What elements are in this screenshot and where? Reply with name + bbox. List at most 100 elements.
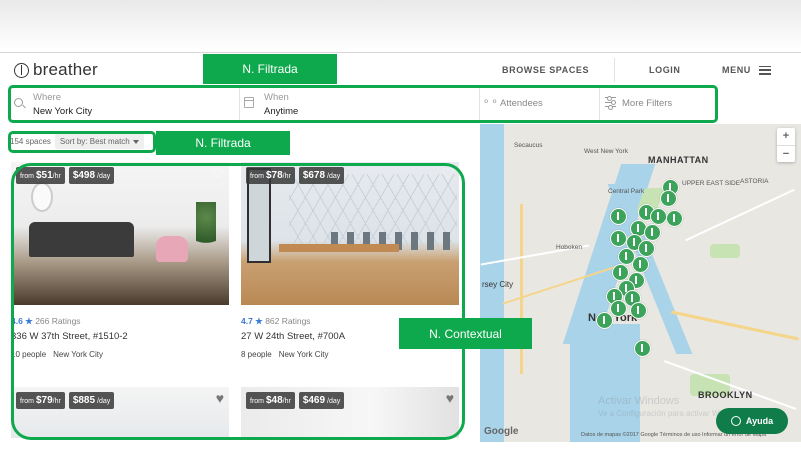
search-bar: Where New York City When Anytime ⚬⚬ Atte… [10, 87, 717, 121]
map-pin[interactable] [650, 208, 667, 225]
plant-shape [196, 202, 216, 252]
google-logo: Google [484, 426, 519, 437]
map-label: West New York [584, 148, 628, 155]
daily-price: $498 /day [68, 167, 115, 184]
map-pin[interactable] [634, 340, 651, 357]
chair-shape [156, 236, 188, 262]
menu-label: MENU [722, 65, 751, 75]
annotation-tag-results: N. Filtrada [156, 131, 290, 155]
windows-watermark: Activar Windows [598, 395, 680, 407]
listing-meta: 8 people New York City [241, 350, 329, 359]
breather-logo-icon [14, 62, 29, 78]
people-icon: ⚬⚬ [482, 97, 499, 108]
zoom-out-button[interactable]: − [777, 145, 795, 162]
where-label: Where [33, 92, 61, 103]
map-label: Secaucus [514, 142, 543, 149]
when-field[interactable]: When Anytime [240, 87, 480, 121]
map-pin[interactable] [596, 312, 613, 329]
favorite-heart-icon[interactable]: ♡ [441, 165, 454, 182]
map-pin[interactable] [610, 300, 627, 317]
listing-info: 4.6 ★ 266 Ratings 336 W 37th Street, #15… [11, 316, 229, 359]
browse-spaces-link[interactable]: BROWSE SPACES [502, 65, 589, 75]
daily-price: $469 /day [298, 392, 345, 409]
favorite-heart-icon[interactable]: ♡ [211, 165, 224, 182]
menu-button[interactable]: MENU [722, 65, 771, 75]
results-count: 154 spaces [10, 137, 51, 146]
daily-price: $885 /day [68, 392, 115, 409]
map-road [663, 360, 797, 410]
favorite-heart-icon[interactable]: ♥ [216, 390, 224, 406]
map-label: UPPER EAST SIDE [682, 180, 741, 187]
results-bar: 154 spaces Sort by: Best match [10, 134, 144, 149]
attendees-label: Attendees [500, 98, 543, 109]
hourly-price: from $51/hr [16, 167, 65, 184]
map-zoom-control: + − [777, 128, 795, 162]
more-filters-button[interactable]: More Filters [600, 87, 717, 121]
chevron-down-icon [132, 139, 139, 144]
listing-address[interactable]: 336 W 37th Street, #1510-2 [11, 331, 229, 342]
search-icon [14, 98, 23, 107]
attendees-field[interactable]: ⚬⚬ Attendees [480, 87, 600, 121]
map-pin[interactable] [644, 224, 661, 241]
help-label: Ayuda [745, 416, 774, 426]
map-pin[interactable] [610, 230, 627, 247]
sort-value: Best match [89, 137, 130, 146]
map-pin[interactable] [666, 210, 683, 227]
map-label: MANHATTAN [648, 155, 709, 165]
when-label: When [264, 92, 289, 103]
breather-logo[interactable]: breather [14, 60, 98, 80]
price-tags: from $79/hr $885 /day [16, 392, 115, 409]
where-value: New York City [33, 106, 93, 117]
listing-photo[interactable]: from $51/hr $498 /day ♡ [11, 162, 229, 305]
help-button[interactable]: Ayuda [716, 408, 788, 434]
map-pin[interactable] [632, 256, 649, 273]
sofa-shape [29, 222, 134, 257]
upper-bay [570, 324, 640, 442]
listing-meta: 10 people New York City [11, 350, 103, 359]
browser-top-band [0, 0, 801, 52]
logo-text: breather [33, 60, 98, 79]
hamburger-icon [758, 65, 771, 75]
map-label: Hoboken [556, 244, 583, 251]
map-pin[interactable] [638, 240, 655, 257]
more-filters-label: More Filters [622, 98, 673, 109]
daily-price: $678 /day [298, 167, 345, 184]
map-road [685, 188, 795, 242]
map-park [710, 244, 740, 258]
listing-photo[interactable]: from $79/hr $885 /day ♥ [11, 387, 229, 438]
map-label: Central Park [608, 188, 645, 195]
listing-photo[interactable]: from $78/hr $678 /day ♡ [241, 162, 459, 305]
zoom-in-button[interactable]: + [777, 128, 795, 145]
sort-label: Sort by: [59, 137, 88, 146]
sliders-icon [605, 95, 616, 110]
map-pin[interactable] [612, 264, 629, 281]
sort-dropdown[interactable]: Sort by: Best match [54, 134, 144, 149]
nav-divider [614, 58, 615, 82]
map-label: ASTORIA [740, 178, 769, 185]
listing-photo[interactable]: from $48/hr $469 /day ♥ [241, 387, 459, 438]
map-pin[interactable] [630, 302, 647, 319]
favorite-heart-icon[interactable]: ♥ [446, 390, 454, 406]
where-field[interactable]: Where New York City [10, 87, 240, 121]
annotation-tag-search: N. Filtrada [203, 54, 337, 84]
price-tags: from $78/hr $678 /day [246, 167, 345, 184]
price-tags: from $48/hr $469 /day [246, 392, 345, 409]
chat-bubble-icon [730, 416, 741, 426]
map-pin[interactable] [660, 190, 677, 207]
table-shape [279, 244, 399, 252]
login-link[interactable]: LOGIN [649, 65, 681, 75]
map-label: rsey City [482, 280, 514, 289]
map-pin[interactable] [610, 208, 627, 225]
listing-rating: 4.6 ★ 266 Ratings [11, 316, 81, 326]
mirror-shape [31, 182, 53, 212]
when-value: Anytime [264, 106, 299, 117]
calendar-icon [244, 97, 254, 108]
annotation-tag-cards: N. Contextual [399, 318, 532, 349]
map-highway [671, 310, 799, 341]
map-label: BROOKLYN [698, 390, 753, 400]
hourly-price: from $48/hr [246, 392, 295, 409]
hourly-price: from $78/hr [246, 167, 295, 184]
header-divider [0, 52, 801, 53]
hourly-price: from $79/hr [16, 392, 65, 409]
price-tags: from $51/hr $498 /day [16, 167, 115, 184]
